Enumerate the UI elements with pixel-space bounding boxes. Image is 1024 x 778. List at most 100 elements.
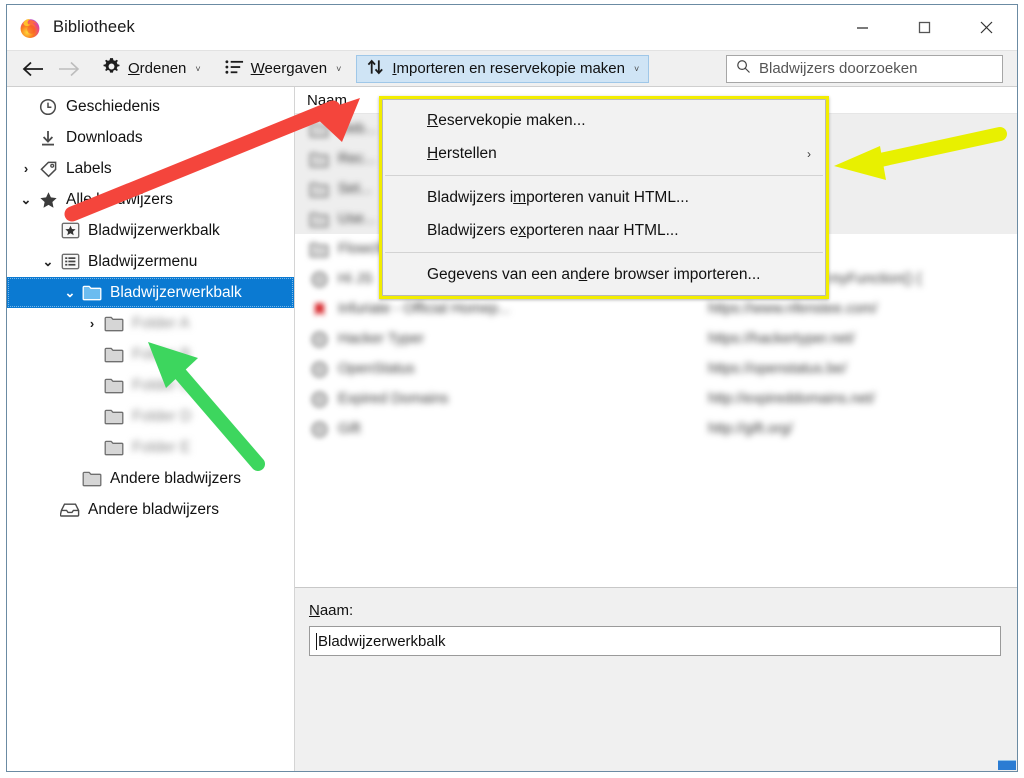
resize-grip[interactable] (998, 760, 1016, 770)
folder-icon (309, 119, 329, 139)
folder-blue-icon (81, 283, 103, 303)
sidebar-item-folder-3[interactable]: Folder C (7, 370, 294, 401)
menu-item-restore[interactable]: Herstellen › (383, 137, 825, 170)
sidebar-item-label: Folder E (132, 438, 191, 456)
list-item-name: Infuriate - Official Homep... (338, 301, 511, 317)
text-caret (316, 632, 317, 650)
folder-icon (309, 239, 329, 259)
detail-pane: Naam: Bladwijzerwerkbalk (295, 587, 1017, 771)
chevron-right-icon[interactable]: › (15, 161, 37, 176)
search-input[interactable]: Bladwijzers doorzoeken (726, 54, 1003, 83)
menu-list-icon (59, 252, 81, 272)
menu-item-backup[interactable]: Reservekopie maken... (383, 104, 825, 137)
star-icon (37, 190, 59, 210)
list-item[interactable]: OpenStatus https://openstatus.be/ (295, 354, 1017, 384)
menu-separator (385, 175, 823, 176)
sidebar-item-folder-1[interactable]: › Folder A (7, 308, 294, 339)
sidebar-item-other-bookmarks-folder[interactable]: Andere bladwijzers (7, 463, 294, 494)
list-item-url: http://gift.org/ (708, 421, 793, 437)
back-button[interactable] (15, 55, 51, 83)
sidebar-item-folder-4[interactable]: Folder D (7, 401, 294, 432)
import-backup-menu: Reservekopie maken... Herstellen › Bladwijz… (379, 96, 829, 299)
folder-icon (309, 179, 329, 199)
views-button[interactable]: Weergaven ˅ (216, 55, 351, 83)
folder-icon (309, 209, 329, 229)
views-label: Weergaven (250, 60, 328, 77)
sidebar-item-bookmarks-toolbar-top[interactable]: Bladwijzerwerkbalk (7, 215, 294, 246)
download-icon (37, 128, 59, 148)
list-item-url: https://www.nfenstee.com/ (708, 301, 878, 317)
list-item-url: http://expireddomains.net/ (708, 391, 875, 407)
organize-label: Ordenen (128, 60, 187, 77)
menu-item-import-other-browser[interactable]: Gegevens van een an d ere browser importer… (383, 258, 825, 291)
list-item-name: OpenStatus (338, 361, 415, 377)
sidebar-item-bookmarks-toolbar-selected[interactable]: ⌄ Bladwijzerwerkbalk (7, 277, 294, 308)
sidebar-item-folder-2[interactable]: Folder B (7, 339, 294, 370)
window-title: Bibliotheek (53, 18, 135, 36)
menu-item-label-post: erstellen (438, 144, 497, 162)
firefox-icon (19, 17, 41, 39)
menu-item-label-pre: Gegevens van een an (427, 265, 579, 283)
forward-button[interactable] (51, 55, 87, 83)
sidebar-item-label: Andere bladwijzers (88, 500, 219, 518)
menu-item-accelerator: d (578, 265, 588, 283)
globe-icon (309, 419, 329, 439)
menu-item-accelerator: R (427, 111, 439, 129)
folder-icon (103, 314, 125, 334)
sidebar-item-other-bookmarks[interactable]: Andere bladwijzers (7, 494, 294, 525)
toolbar: Ordenen ˅ Weergaven ˅ Importeren en rese… (7, 50, 1017, 87)
list-item-name: Expired Domains (338, 391, 449, 407)
sidebar-item-label: Andere bladwijzers (110, 469, 241, 487)
chevron-right-icon[interactable]: › (81, 316, 103, 331)
import-backup-button[interactable]: Importeren en reservekopie maken ˅ (356, 54, 650, 83)
import-backup-label: Importeren en reservekopie maken (392, 60, 625, 77)
menu-item-export-html[interactable]: Bladwijzers e x porteren naar HTML... (383, 214, 825, 247)
sidebar-item-label: Folder A (132, 314, 190, 332)
menu-item-label-post: ere browser importeren... (587, 265, 761, 283)
sidebar-item-label: Folder C (132, 376, 192, 394)
sidebar-item-all-bookmarks[interactable]: ⌄ Alle bladwijzers (7, 184, 294, 215)
tag-icon (37, 159, 59, 179)
unfiled-icon (59, 500, 81, 520)
chevron-down-icon[interactable]: ⌄ (15, 192, 37, 208)
sidebar-item-label: Folder B (132, 345, 191, 363)
list-item-url: https://openstatus.be/ (708, 361, 847, 377)
globe-icon (309, 329, 329, 349)
sidebar-item-label: Alle bladwijzers (66, 190, 173, 208)
menu-item-label-post: porteren naar HTML... (526, 221, 679, 239)
sidebar-item-label: Folder D (132, 407, 192, 425)
list-item[interactable]: Hacker Typer https://hackertyper.net/ (295, 324, 1017, 354)
close-button[interactable] (955, 5, 1017, 50)
menu-item-import-html[interactable]: Bladwijzers i m porteren vanuit HTML... (383, 181, 825, 214)
list-item[interactable]: Gift http://gift.org/ (295, 414, 1017, 444)
sidebar-item-label: Geschiedenis (66, 97, 160, 115)
sidebar-item-label: Bladwijzerwerkbalk (110, 283, 242, 301)
chevron-down-icon[interactable]: ⌄ (37, 254, 59, 270)
sidebar-item-folder-5[interactable]: Folder E (7, 432, 294, 463)
sidebar-tree[interactable]: Geschiedenis Downloads › Labels ⌄ Alle bladwi… (7, 87, 295, 771)
list-item-url: https://hackertyper.net/ (708, 331, 855, 347)
title-bar: Bibliotheek (7, 5, 1017, 50)
chevron-down-icon[interactable]: ⌄ (59, 285, 81, 301)
name-field[interactable]: Bladwijzerwerkbalk (309, 626, 1001, 656)
chevron-right-icon: › (807, 146, 811, 161)
folder-icon (103, 438, 125, 458)
sidebar-item-history[interactable]: Geschiedenis (7, 91, 294, 122)
folder-icon (103, 407, 125, 427)
bookmark-red-icon (309, 299, 329, 319)
menu-item-label-pre: Bladwijzers i (427, 188, 514, 206)
list-item[interactable]: Expired Domains http://expireddomains.net… (295, 384, 1017, 414)
sidebar-item-downloads[interactable]: Downloads (7, 122, 294, 153)
sidebar-item-tags[interactable]: › Labels (7, 153, 294, 184)
maximize-button[interactable] (893, 5, 955, 50)
organize-button[interactable]: Ordenen ˅ (93, 55, 210, 83)
folder-icon (103, 376, 125, 396)
import-export-icon (366, 58, 385, 80)
sidebar-item-label: Bladwijzerwerkbalk (88, 221, 220, 239)
list-item-name: Hacker Typer (338, 331, 424, 347)
sidebar-item-bookmarks-menu[interactable]: ⌄ Bladwijzermenu (7, 246, 294, 277)
menu-item-accelerator: x (518, 221, 527, 239)
chevron-down-icon: ˅ (634, 63, 640, 74)
sidebar-item-label: Bladwijzermenu (88, 252, 198, 270)
minimize-button[interactable] (831, 5, 893, 50)
